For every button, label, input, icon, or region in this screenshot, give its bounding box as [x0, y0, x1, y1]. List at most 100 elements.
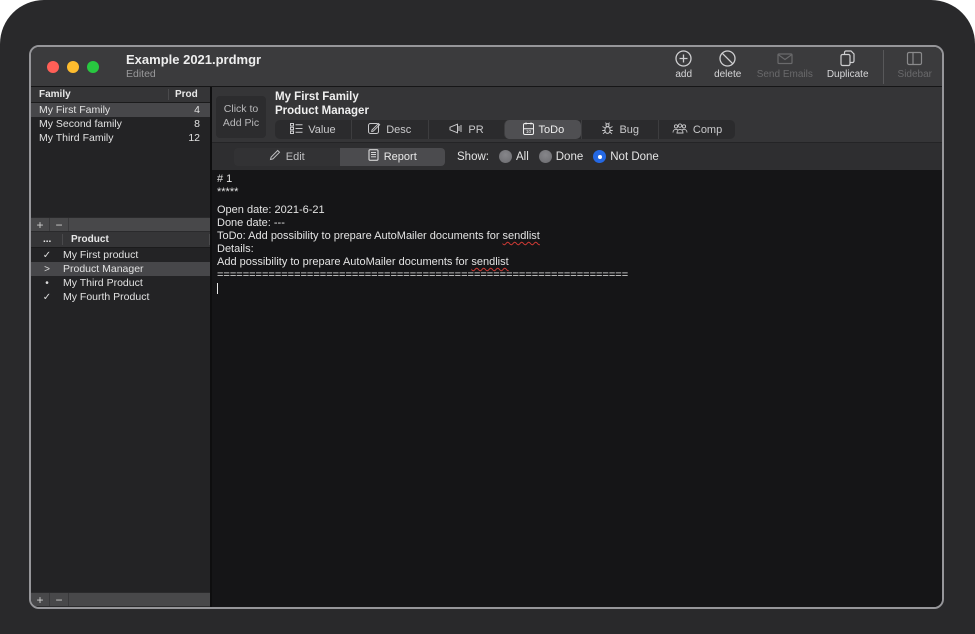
duplicate-button[interactable]: Duplicate: [827, 49, 869, 80]
selected-arrow-icon: >: [31, 264, 63, 275]
screen-background: Example 2021.prdmgr Edited add delete: [0, 0, 975, 634]
radio-done-label: Done: [556, 151, 584, 163]
report-todo-line: ToDo: Add possibility to prepare AutoMai…: [217, 230, 942, 243]
radio-all-dot: [499, 150, 512, 163]
tab-todo[interactable]: 10 ToDo: [504, 120, 581, 139]
duplicate-label: Duplicate: [827, 69, 869, 80]
sidebar: Family Prod My First Family 4 My Second …: [31, 87, 212, 607]
edit-report-segmented-control: Edit Report: [234, 148, 445, 166]
check-icon: ✓: [31, 292, 63, 303]
family-row-1[interactable]: My First Family 4: [31, 103, 210, 117]
envelope-icon: [775, 49, 795, 68]
megaphone-icon: [449, 123, 463, 137]
bullet-icon: •: [31, 278, 63, 289]
family-name: My Second family: [31, 118, 170, 130]
window-title-block: Example 2021.prdmgr Edited: [126, 53, 261, 80]
close-button[interactable]: [47, 61, 59, 73]
family-row-3[interactable]: My Third Family 12: [31, 131, 210, 145]
tab-value[interactable]: Value: [275, 120, 351, 139]
family-list-empty-area: [31, 145, 210, 217]
report-segment-button[interactable]: Report: [340, 148, 446, 166]
prod-column-header[interactable]: Prod: [168, 89, 210, 100]
window-edited-status: Edited: [126, 68, 261, 80]
radio-not-done-dot: [593, 150, 606, 163]
product-add-button[interactable]: +: [31, 593, 50, 606]
family-prod-count: 8: [170, 118, 210, 130]
tab-bug[interactable]: Bug: [581, 120, 658, 139]
product-row-2[interactable]: > Product Manager: [31, 262, 210, 276]
marker-column-header[interactable]: ...: [31, 234, 63, 245]
minimize-button[interactable]: [67, 61, 79, 73]
product-name: My First product: [63, 249, 210, 261]
zoom-button[interactable]: [87, 61, 99, 73]
product-add-remove-bar: + −: [31, 592, 210, 607]
sidebar-icon: [905, 49, 924, 68]
tab-label: Value: [308, 124, 335, 136]
selected-family-name: My First Family: [275, 90, 369, 104]
tab-label: PR: [468, 124, 483, 136]
report-stars: *****: [217, 186, 942, 199]
traffic-lights: [47, 61, 99, 73]
family-table-header: Family Prod: [31, 87, 210, 103]
report-document-icon: [368, 149, 379, 164]
tab-comp[interactable]: Comp: [658, 120, 735, 139]
report-done-date: Done date: ---: [217, 217, 942, 230]
family-name: My Third Family: [31, 132, 170, 144]
sidebar-toggle-button[interactable]: Sidebar: [898, 49, 932, 80]
people-group-icon: [672, 123, 688, 137]
tab-desc[interactable]: Desc: [351, 120, 428, 139]
radio-done[interactable]: Done: [539, 150, 584, 163]
send-emails-label: Send Emails: [757, 69, 813, 80]
product-row-1[interactable]: ✓ My First product: [31, 248, 210, 262]
edit-segment-button[interactable]: Edit: [234, 148, 340, 166]
toolbar-separator: [883, 50, 884, 84]
app-body: Family Prod My First Family 4 My Second …: [31, 87, 942, 607]
product-row-4[interactable]: ✓ My Fourth Product: [31, 290, 210, 304]
family-column-header[interactable]: Family: [31, 89, 168, 100]
tab-label: ToDo: [539, 124, 565, 136]
family-remove-button[interactable]: −: [50, 218, 69, 231]
family-add-button[interactable]: +: [31, 218, 50, 231]
toolbar: add delete Send Emails: [669, 49, 932, 84]
product-column-header[interactable]: Product: [63, 234, 210, 245]
report-separator-line: ========================================…: [217, 269, 942, 282]
sidebar-label: Sidebar: [898, 69, 932, 80]
family-name: My First Family: [31, 104, 170, 116]
delete-icon: [718, 49, 737, 68]
main-panel: Click toAdd Pic My First Family Product …: [212, 87, 942, 607]
duplicate-icon: [838, 49, 857, 68]
pencil-icon: [269, 149, 281, 164]
report-open-date: Open date: 2021-6-21: [217, 204, 942, 217]
product-table-header: ... Product: [31, 232, 210, 248]
todo-calendar-icon: 10: [523, 122, 534, 138]
radio-all[interactable]: All: [499, 150, 529, 163]
misspelled-word: sendlist: [503, 230, 540, 242]
main-header: Click toAdd Pic My First Family Product …: [212, 87, 942, 142]
value-list-icon: [290, 123, 303, 137]
control-row: Edit Report Show: All: [212, 142, 942, 170]
product-name: My Third Product: [63, 277, 210, 289]
send-emails-button[interactable]: Send Emails: [757, 49, 813, 80]
add-label: add: [675, 69, 692, 80]
bug-icon: [601, 122, 614, 138]
tab-bar: Value Desc PR: [275, 120, 735, 139]
family-row-2[interactable]: My Second family 8: [31, 117, 210, 131]
app-window: Example 2021.prdmgr Edited add delete: [29, 45, 944, 609]
svg-text:10: 10: [525, 129, 531, 134]
product-row-3[interactable]: • My Third Product: [31, 276, 210, 290]
add-pic-label: Click toAdd Pic: [223, 103, 259, 130]
window-title: Example 2021.prdmgr: [126, 53, 261, 68]
report-details-label: Details:: [217, 243, 942, 256]
add-icon: [674, 49, 693, 68]
check-icon: ✓: [31, 250, 63, 261]
report-text-area[interactable]: # 1 ***** Open date: 2021-6-21 Done date…: [212, 170, 942, 607]
selected-product-name: Product Manager: [275, 104, 369, 118]
tab-pr[interactable]: PR: [428, 120, 505, 139]
cursor-line: [217, 282, 942, 295]
product-remove-button[interactable]: −: [50, 593, 69, 606]
delete-button[interactable]: delete: [713, 49, 743, 80]
family-prod-count: 12: [170, 132, 210, 144]
radio-not-done[interactable]: Not Done: [593, 150, 659, 163]
add-button[interactable]: add: [669, 49, 699, 80]
add-picture-well[interactable]: Click toAdd Pic: [216, 96, 266, 138]
